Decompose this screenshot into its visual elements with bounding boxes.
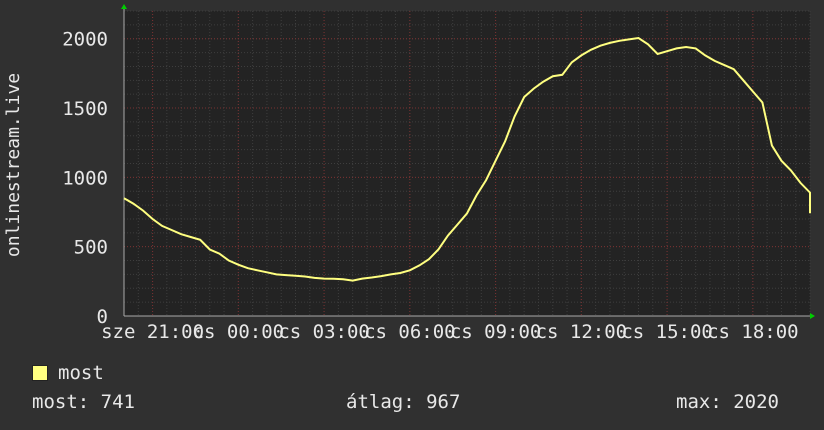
x-ticks: sze 21:00cs 00:00cs 03:00cs 06:00cs 09:0…: [101, 321, 798, 343]
x-tick-label: cs 00:00: [193, 321, 285, 343]
stat-current: most: 741: [32, 391, 135, 413]
x-tick-label: cs 09:00: [450, 321, 542, 343]
x-tick-label: sze 21:00: [101, 321, 204, 343]
x-tick-label: cs 18:00: [707, 321, 799, 343]
y-tick-label: 500: [74, 237, 108, 259]
y-axis-label: onlinestream.live: [3, 73, 24, 257]
x-axis-arrow-icon: [810, 313, 815, 319]
legend: most: [32, 362, 104, 384]
x-tick-label: cs 12:00: [536, 321, 628, 343]
y-tick-label: 1500: [62, 98, 108, 120]
legend-swatch: [32, 365, 48, 381]
line-chart: 0500100015002000 sze 21:00cs 00:00cs 03:…: [3, 4, 815, 343]
y-tick-label: 1000: [62, 167, 108, 189]
stats-row: most: 741 átlag: 967 max: 2020: [0, 391, 824, 417]
x-tick-label: cs 03:00: [278, 321, 370, 343]
x-tick-label: cs 15:00: [621, 321, 713, 343]
y-ticks: 0500100015002000: [62, 29, 108, 328]
y-tick-label: 2000: [62, 29, 108, 51]
legend-label: most: [58, 362, 104, 384]
y-axis-arrow-icon: [121, 4, 127, 9]
stat-maximum: max: 2020: [676, 391, 779, 413]
x-tick-label: cs 06:00: [364, 321, 456, 343]
stat-average: átlag: 967: [346, 391, 461, 413]
